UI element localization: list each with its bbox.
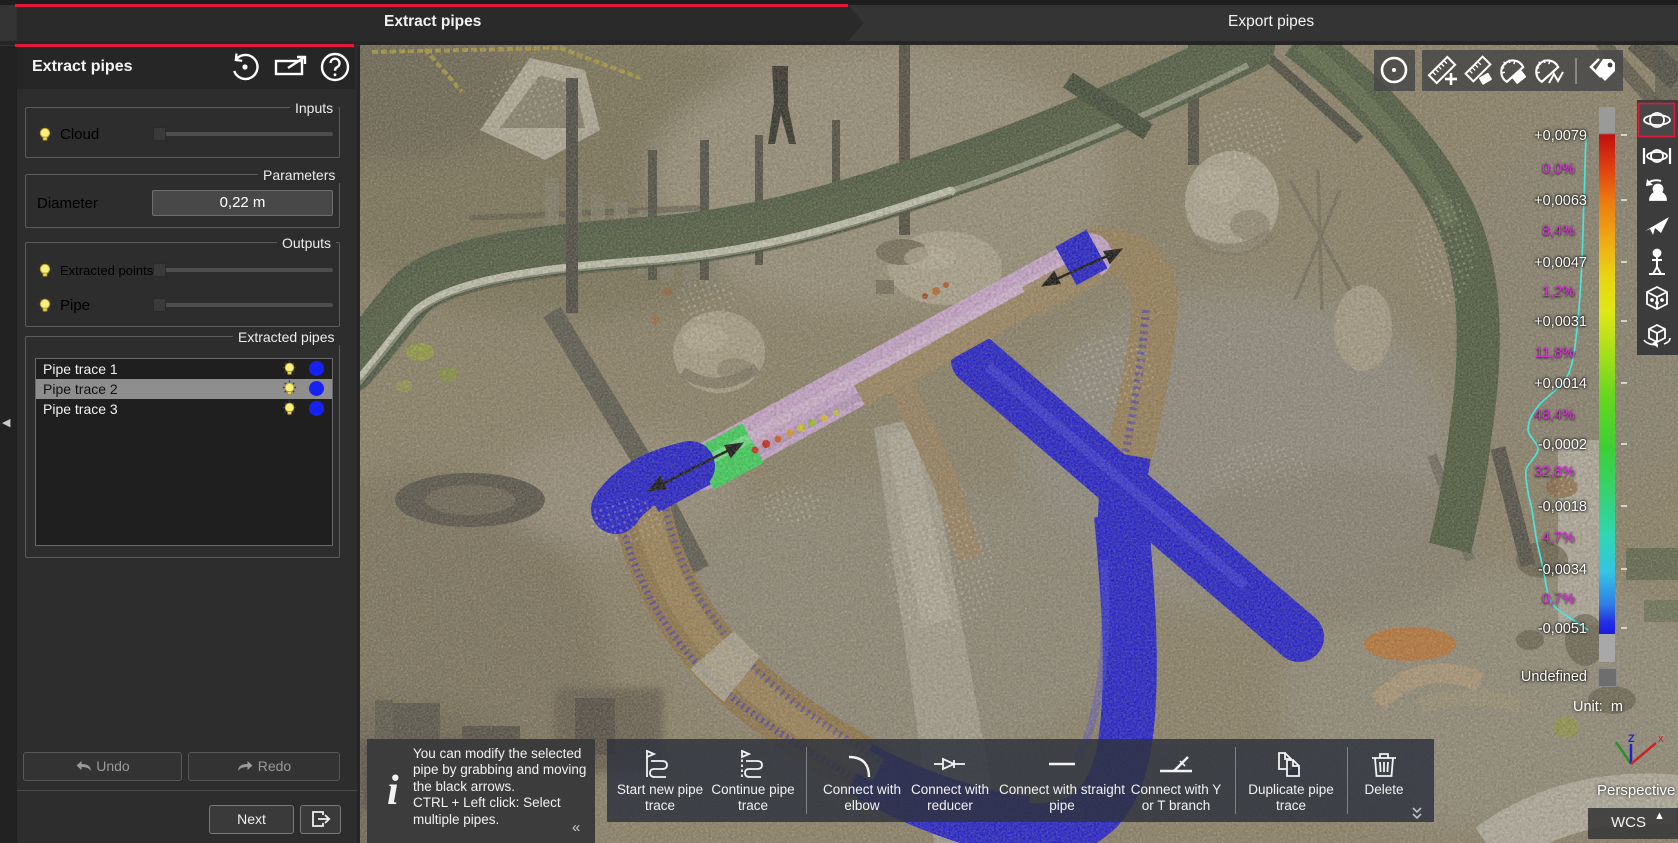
svg-text:x: x <box>1658 733 1664 745</box>
svg-text:Z: Z <box>1628 733 1635 745</box>
